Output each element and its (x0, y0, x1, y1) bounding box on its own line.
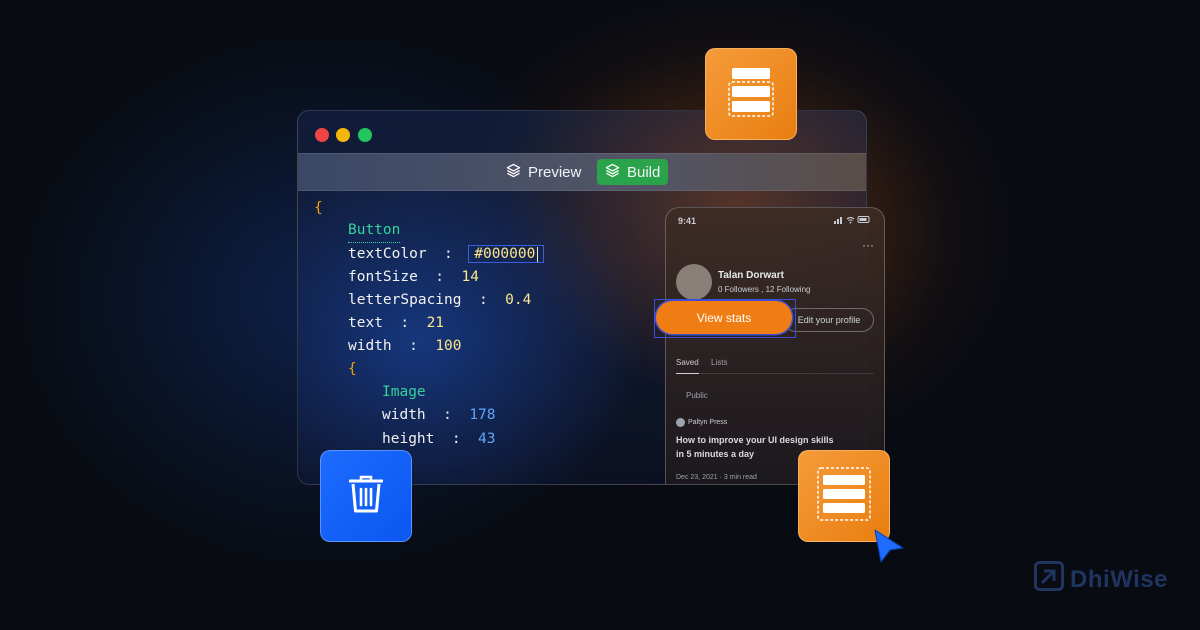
code-prop-line: fontSize : 14 (348, 269, 479, 285)
code-inner-brace: { (348, 361, 357, 377)
minimize-window-dot[interactable] (336, 128, 350, 142)
profile-stats: 0 Followers , 12 Following (718, 285, 811, 294)
publisher-avatar (676, 418, 685, 427)
preview-label: Preview (528, 163, 582, 181)
delete-button[interactable] (320, 450, 412, 542)
brand-logo: DhiWise (1034, 561, 1168, 598)
tabs-divider (676, 373, 874, 374)
prop-value: 178 (469, 407, 496, 423)
text-caret (537, 246, 539, 262)
avatar (676, 264, 712, 300)
publisher-name: Paltyn Press (688, 419, 728, 426)
prop-key: width (382, 407, 426, 423)
code-prop-line: width : 100 (348, 338, 462, 354)
maximize-window-dot[interactable] (358, 128, 372, 142)
more-menu-icon[interactable]: ··· (862, 238, 874, 252)
code-prop-line: height : 43 (382, 431, 496, 447)
profile-name: Talan Dorwart (718, 270, 784, 281)
layers-icon (605, 163, 620, 182)
status-icons (834, 215, 872, 226)
prop-key: text (348, 315, 383, 331)
code-prop-line: letterSpacing : 0.4 (348, 292, 532, 308)
code-component-name: Button (348, 220, 401, 243)
brand-name: DhiWise (1070, 565, 1168, 593)
article-meta: Dec 23, 2021 · 3 min read (676, 474, 757, 481)
list-layout-icon (817, 466, 871, 526)
prop-value: 43 (478, 431, 496, 447)
dhiwise-logo-icon (1034, 561, 1065, 598)
prop-key: fontSize (348, 269, 418, 285)
view-stats-label: View stats (696, 310, 752, 325)
build-label: Build (627, 163, 661, 181)
layers-icon (506, 163, 521, 182)
article-title-line-2[interactable]: in 5 minutes a day (676, 449, 754, 459)
editor-toolbar: Preview Build (298, 153, 866, 191)
code-prop-line: text : 21 (348, 315, 445, 331)
build-tab[interactable]: Build (597, 159, 669, 185)
trash-icon (348, 475, 384, 518)
code-child-component-name: Image (382, 384, 426, 400)
prop-value: 100 (435, 338, 462, 354)
visibility-label: Public (686, 391, 708, 400)
prop-value: 21 (426, 315, 445, 331)
tab-lists[interactable]: Lists (711, 358, 727, 367)
prop-value: 0.4 (505, 292, 532, 308)
phone-preview: 9:41 ··· Talan Dorwart 0 Followers , 12 … (665, 207, 885, 484)
edit-profile-button[interactable]: Edit your profile (784, 308, 874, 332)
tab-saved[interactable]: Saved (676, 358, 699, 374)
prop-key: height (382, 431, 435, 447)
view-stats-button[interactable]: View stats (656, 301, 792, 334)
preview-tab[interactable]: Preview (498, 159, 589, 185)
article-title-line-1[interactable]: How to improve your UI design skills (676, 435, 834, 445)
list-layout-icon (728, 66, 774, 123)
list-widget-tile[interactable] (705, 48, 797, 140)
prop-key: letterSpacing (348, 292, 462, 308)
code-prop-line: width : 178 (382, 407, 496, 423)
close-window-dot[interactable] (315, 128, 329, 142)
prop-key: width (348, 338, 392, 354)
prop-key: textColor (348, 246, 427, 262)
textcolor-value-input[interactable]: #000000 (468, 245, 545, 263)
code-open-brace: { (314, 200, 323, 216)
status-time: 9:41 (678, 216, 697, 226)
prop-value: 14 (461, 269, 479, 285)
code-prop-line: textColor : #000000 (348, 243, 545, 265)
cursor-pointer-icon (872, 528, 906, 569)
